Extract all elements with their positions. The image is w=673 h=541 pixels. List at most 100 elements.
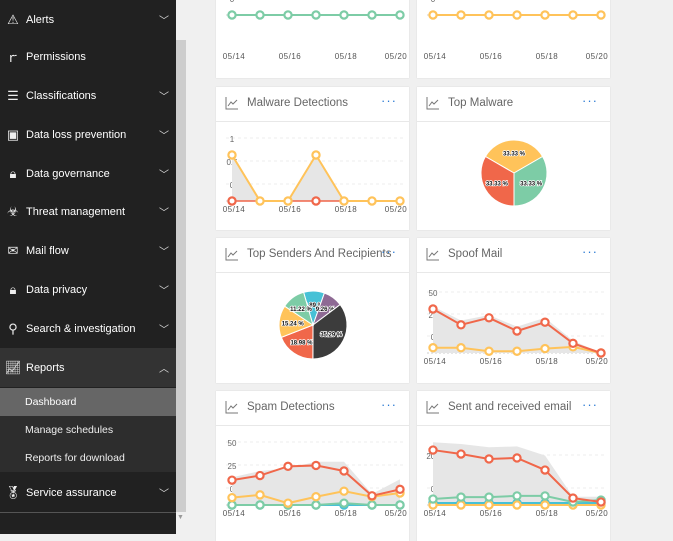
chevron-down-icon[interactable]: ﹀ bbox=[152, 321, 176, 336]
sidebar-item-alerts[interactable]: ⚠ Alerts ﹀ bbox=[0, 0, 176, 39]
data-point[interactable] bbox=[456, 449, 466, 459]
chevron-down-icon[interactable]: ﹀ bbox=[152, 12, 176, 27]
report-card[interactable]: 0 05/14 05/16 05/18 05/20 bbox=[417, 0, 610, 78]
report-card[interactable]: 33.33 % 33.33 % 33.33 % Top Malware ··· bbox=[417, 87, 610, 230]
data-point[interactable] bbox=[484, 454, 494, 464]
chevron-down-icon[interactable]: ﹀ bbox=[152, 166, 176, 181]
data-point[interactable] bbox=[311, 150, 321, 160]
data-point[interactable] bbox=[255, 196, 265, 206]
data-point[interactable] bbox=[227, 150, 237, 160]
data-point[interactable] bbox=[428, 494, 438, 504]
data-point[interactable] bbox=[428, 10, 438, 20]
data-point[interactable] bbox=[540, 500, 550, 510]
data-point[interactable] bbox=[283, 498, 293, 508]
data-point[interactable] bbox=[428, 343, 438, 353]
data-point[interactable] bbox=[484, 313, 494, 323]
data-point[interactable] bbox=[596, 497, 606, 507]
data-point[interactable] bbox=[512, 491, 522, 501]
more-options-button[interactable]: ··· bbox=[381, 244, 397, 259]
chevron-down-icon[interactable]: ﹀ bbox=[152, 204, 176, 219]
sidebar-item-reports[interactable]: 📈︎ Reports ︿ bbox=[0, 348, 176, 387]
report-card[interactable]: 0 05/14 05/16 05/18 05/20 bbox=[216, 0, 409, 78]
more-options-button[interactable]: ··· bbox=[582, 397, 598, 412]
data-point[interactable] bbox=[339, 486, 349, 496]
chevron-down-icon[interactable]: ﹀ bbox=[152, 485, 176, 500]
data-point[interactable] bbox=[540, 491, 550, 501]
chevron-down-icon[interactable]: ﹀ bbox=[152, 127, 176, 142]
data-point[interactable] bbox=[395, 484, 405, 495]
data-point[interactable] bbox=[568, 10, 578, 20]
data-point[interactable] bbox=[339, 466, 349, 476]
data-point[interactable] bbox=[568, 493, 578, 503]
data-point[interactable] bbox=[512, 326, 522, 336]
sidebar-item-permissions[interactable]: ꭈ Permissions bbox=[0, 37, 176, 76]
data-point[interactable] bbox=[456, 500, 466, 510]
scroll-down-arrow-icon[interactable]: ▼ bbox=[177, 514, 184, 521]
sidebar-item-data-loss-prevention[interactable]: ▣ Data loss prevention ﹀ bbox=[0, 115, 176, 154]
data-point[interactable] bbox=[484, 500, 494, 510]
data-point[interactable] bbox=[512, 346, 522, 356]
data-point[interactable] bbox=[428, 445, 438, 455]
data-point[interactable] bbox=[283, 461, 293, 472]
sidebar-item-service-assurance[interactable]: 🏅︎ Service assurance ﹀ bbox=[0, 473, 176, 512]
chevron-down-icon[interactable]: ﹀ bbox=[152, 282, 176, 297]
data-point[interactable] bbox=[255, 500, 265, 510]
data-point[interactable] bbox=[395, 500, 405, 510]
data-point[interactable] bbox=[540, 343, 550, 354]
more-options-button[interactable]: ··· bbox=[381, 93, 397, 108]
sidebar-item-data-privacy[interactable]: 🔒︎ Data privacy ﹀ bbox=[0, 270, 176, 309]
data-point[interactable] bbox=[395, 10, 405, 20]
sidebar-subitem-reports-for-download[interactable]: Reports for download bbox=[0, 444, 176, 472]
data-point[interactable] bbox=[227, 10, 237, 20]
data-point[interactable] bbox=[227, 500, 237, 510]
data-point[interactable] bbox=[311, 500, 321, 510]
report-card[interactable]: 0255005/1405/1605/1805/20Spoof Mail··· bbox=[417, 238, 610, 383]
data-point[interactable] bbox=[311, 460, 321, 471]
data-point[interactable] bbox=[255, 470, 265, 481]
data-point[interactable] bbox=[339, 498, 349, 508]
data-point[interactable] bbox=[512, 10, 522, 20]
data-point[interactable] bbox=[255, 10, 265, 20]
data-point[interactable] bbox=[311, 10, 321, 20]
report-card[interactable]: 00.5105/1405/1605/1805/20Malware Detecti… bbox=[216, 87, 409, 230]
data-point[interactable] bbox=[456, 320, 466, 330]
more-options-button[interactable]: ··· bbox=[582, 93, 598, 108]
data-point[interactable] bbox=[484, 10, 494, 20]
data-point[interactable] bbox=[227, 196, 237, 206]
data-point[interactable] bbox=[456, 10, 466, 20]
data-point[interactable] bbox=[227, 475, 237, 485]
data-point[interactable] bbox=[596, 10, 606, 20]
data-point[interactable] bbox=[456, 492, 466, 502]
data-point[interactable] bbox=[311, 196, 321, 206]
sidebar-item-mail-flow[interactable]: ✉ Mail flow ﹀ bbox=[0, 231, 176, 270]
data-point[interactable] bbox=[596, 348, 606, 358]
report-card[interactable]: 9.89 % 9.26 % 35.29 % 18.98 % 15.24 % 11.22 %… bbox=[216, 238, 409, 383]
more-options-button[interactable]: ··· bbox=[582, 244, 598, 259]
data-point[interactable] bbox=[456, 343, 466, 353]
data-point[interactable] bbox=[512, 453, 522, 463]
chevron-down-icon[interactable]: ﹀ bbox=[152, 243, 176, 258]
more-options-button[interactable]: ··· bbox=[381, 397, 397, 412]
data-point[interactable] bbox=[367, 196, 377, 206]
data-point[interactable] bbox=[311, 492, 321, 502]
data-point[interactable] bbox=[283, 196, 293, 206]
chevron-down-icon[interactable]: ﹀ bbox=[152, 88, 176, 103]
report-card[interactable]: 0255005/1405/1605/1805/20Spam Detections… bbox=[216, 391, 409, 541]
data-point[interactable] bbox=[339, 10, 349, 20]
data-point[interactable] bbox=[367, 10, 377, 20]
data-point[interactable] bbox=[568, 338, 578, 349]
data-point[interactable] bbox=[339, 196, 349, 206]
sidebar-subitem-manage-schedules[interactable]: Manage schedules bbox=[0, 416, 176, 444]
data-point[interactable] bbox=[540, 465, 550, 475]
data-point[interactable] bbox=[512, 500, 522, 510]
report-card[interactable]: 020005/1405/1605/1805/20Sent and receive… bbox=[417, 391, 610, 541]
data-point[interactable] bbox=[367, 500, 377, 510]
data-point[interactable] bbox=[367, 491, 377, 501]
sidebar-item-classifications[interactable]: ☰ Classifications ﹀ bbox=[0, 76, 176, 115]
sidebar-item-data-governance[interactable]: 🔒︎ Data governance ﹀ bbox=[0, 154, 176, 193]
sidebar-item-threat-management[interactable]: ☣ Threat management ﹀ bbox=[0, 192, 176, 231]
data-point[interactable] bbox=[395, 196, 405, 206]
sidebar-item-search-investigation[interactable]: ⚲ Search & investigation ﹀ bbox=[0, 309, 176, 348]
data-point[interactable] bbox=[255, 490, 265, 500]
sidebar-subitem-dashboard[interactable]: Dashboard bbox=[0, 388, 176, 416]
